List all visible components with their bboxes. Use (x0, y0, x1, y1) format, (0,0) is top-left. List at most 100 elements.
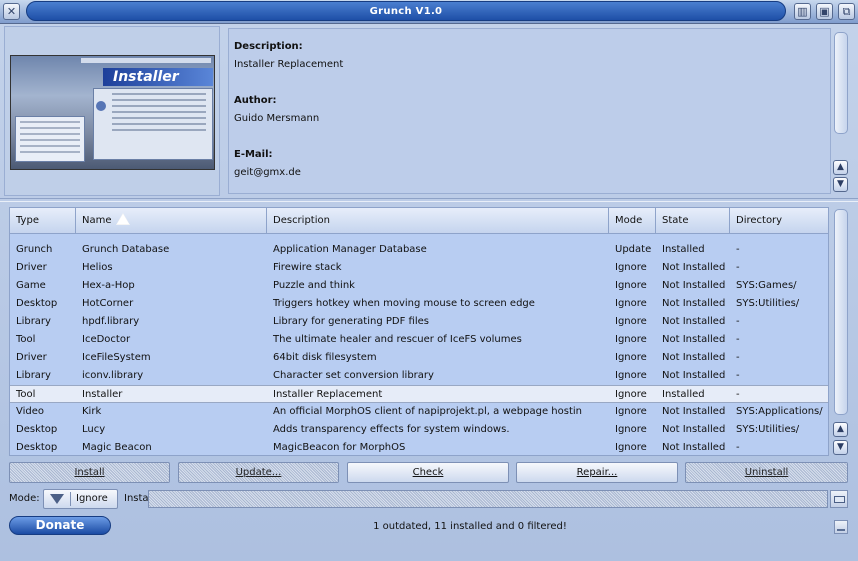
header-state[interactable]: State (656, 208, 730, 234)
check-button-label: Check (412, 467, 444, 478)
cell-directory: - (736, 334, 740, 345)
preview-titlebar (81, 58, 211, 63)
cell-description: Installer Replacement (273, 389, 383, 400)
table-row[interactable]: Tool IceDoctor The ultimate healer and res… (10, 331, 828, 349)
table-scrollbar[interactable] (834, 209, 848, 415)
resize-icon[interactable] (834, 520, 848, 534)
cell-name: Lucy (82, 424, 106, 435)
cell-state: Not Installed (662, 262, 726, 273)
header-type[interactable]: Type (10, 208, 76, 234)
cell-mode: Ignore (615, 424, 647, 435)
update-button[interactable]: Update... (178, 462, 339, 483)
cell-type: Tool (16, 389, 36, 400)
description-label: Description: (234, 41, 303, 52)
cell-type: Driver (16, 262, 47, 273)
divider[interactable] (0, 198, 858, 202)
cell-description: The ultimate healer and rescuer of IceFS… (273, 334, 522, 345)
uninstall-button[interactable]: Uninstall (685, 462, 848, 483)
sort-ascending-icon (115, 213, 130, 225)
status-text: 1 outdated, 11 installed and 0 filtered! (373, 521, 567, 532)
uninstall-button-label: Uninstall (744, 467, 789, 478)
cell-name: Kirk (82, 406, 102, 417)
table-scroll-down-icon[interactable]: ▼ (833, 440, 848, 455)
title-bar[interactable]: ✕ Grunch V1.0 ▥ ▣ ⧉ (0, 0, 858, 24)
header-name[interactable]: Name (76, 208, 267, 234)
mode-label: Mode: (9, 493, 40, 504)
cell-directory: - (736, 244, 740, 255)
package-table: Type Name Description Mode State Directo… (9, 207, 829, 456)
table-row[interactable]: Game Hex-a-Hop Puzzle and think Ignore Not I… (10, 277, 828, 295)
table-row[interactable]: Desktop Lucy Adds transparency effects for… (10, 421, 828, 439)
cell-description: Application Manager Database (273, 244, 427, 255)
table-row[interactable]: Video Kirk An official MorphOS client of n… (10, 403, 828, 421)
author-label: Author: (234, 95, 277, 106)
cell-description: Library for generating PDF files (273, 316, 429, 327)
table-scroll-up-icon[interactable]: ▲ (833, 422, 848, 437)
cell-directory: - (736, 389, 740, 400)
cell-mode: Ignore (615, 316, 647, 327)
table-row-selected[interactable]: Tool Installer Installer Replacement Ignore… (10, 385, 828, 403)
scroll-up-icon[interactable]: ▲ (833, 160, 848, 175)
repair-button[interactable]: Repair... (516, 462, 678, 483)
header-description[interactable]: Description (267, 208, 609, 234)
cell-name: Helios (82, 262, 113, 273)
preview-panel: Installer (4, 26, 220, 196)
table-row[interactable]: Library iconv.library Character set conver… (10, 367, 828, 385)
cell-mode: Ignore (615, 389, 647, 400)
table-row[interactable]: Driver IceFileSystem 64bit disk filesystem… (10, 349, 828, 367)
table-row[interactable]: Desktop Magic Beacon MagicBeacon for Morph… (10, 439, 828, 455)
preview-banner: Installer (103, 68, 213, 86)
table-row[interactable]: Driver Helios Firewire stack Ignore Not Inst… (10, 259, 828, 277)
cell-type: Desktop (16, 298, 58, 309)
cell-state: Not Installed (662, 370, 726, 381)
install-button[interactable]: Install (9, 462, 170, 483)
cell-directory: SYS:Games/ (736, 280, 797, 291)
cell-description: Adds transparency effects for system win… (273, 424, 510, 435)
zoom-icon[interactable]: ▣ (816, 3, 833, 20)
cell-mode: Ignore (615, 352, 647, 363)
title-pill: Grunch V1.0 (26, 1, 786, 21)
header-directory[interactable]: Directory (730, 208, 828, 234)
cell-directory: - (736, 316, 740, 327)
cell-directory: - (736, 262, 740, 273)
cell-type: Desktop (16, 424, 58, 435)
mode-value: Ignore (76, 493, 108, 504)
cell-type: Library (16, 316, 51, 327)
info-scrollbar[interactable] (834, 32, 848, 134)
email-value: geit@gmx.de (234, 167, 301, 178)
info-panel: Description: Installer Replacement Autho… (228, 28, 831, 194)
table-row[interactable]: Library hpdf.library Library for generatin… (10, 313, 828, 331)
cell-description: Firewire stack (273, 262, 342, 273)
cell-name: Installer (82, 389, 123, 400)
cycle-arrow-icon (50, 494, 64, 504)
cell-state: Not Installed (662, 424, 726, 435)
donate-button[interactable]: Donate (9, 516, 111, 535)
install-path-field[interactable] (148, 490, 828, 508)
cell-description: An official MorphOS client of napiprojek… (273, 406, 583, 417)
header-mode[interactable]: Mode (609, 208, 656, 234)
cell-state: Not Installed (662, 406, 726, 417)
mode-cycle-button[interactable]: Ignore (43, 489, 118, 509)
folder-button[interactable] (830, 490, 848, 508)
check-button[interactable]: Check (347, 462, 509, 483)
install-button-label: Install (74, 467, 105, 478)
iconify-icon[interactable]: ▥ (794, 3, 811, 20)
close-icon[interactable]: ✕ (3, 3, 20, 20)
cell-directory: - (736, 352, 740, 363)
table-row[interactable]: Grunch Grunch Database Application Manager… (10, 241, 828, 259)
cell-name: Magic Beacon (82, 442, 152, 453)
cell-mode: Ignore (615, 442, 647, 453)
cell-type: Grunch (16, 244, 53, 255)
cell-name: iconv.library (82, 370, 144, 381)
cell-description: Character set conversion library (273, 370, 434, 381)
depth-icon[interactable]: ⧉ (838, 3, 855, 20)
table-row[interactable]: Desktop HotCorner Triggers hotkey when mov… (10, 295, 828, 313)
cell-name: hpdf.library (82, 316, 140, 327)
cell-directory: SYS:Utilities/ (736, 298, 800, 309)
cell-name: Hex-a-Hop (82, 280, 135, 291)
scroll-down-icon[interactable]: ▼ (833, 177, 848, 192)
cell-mode: Ignore (615, 298, 647, 309)
cell-directory: - (736, 370, 740, 381)
cell-directory: SYS:Applications/ (736, 406, 823, 417)
cell-mode: Update (615, 244, 652, 255)
